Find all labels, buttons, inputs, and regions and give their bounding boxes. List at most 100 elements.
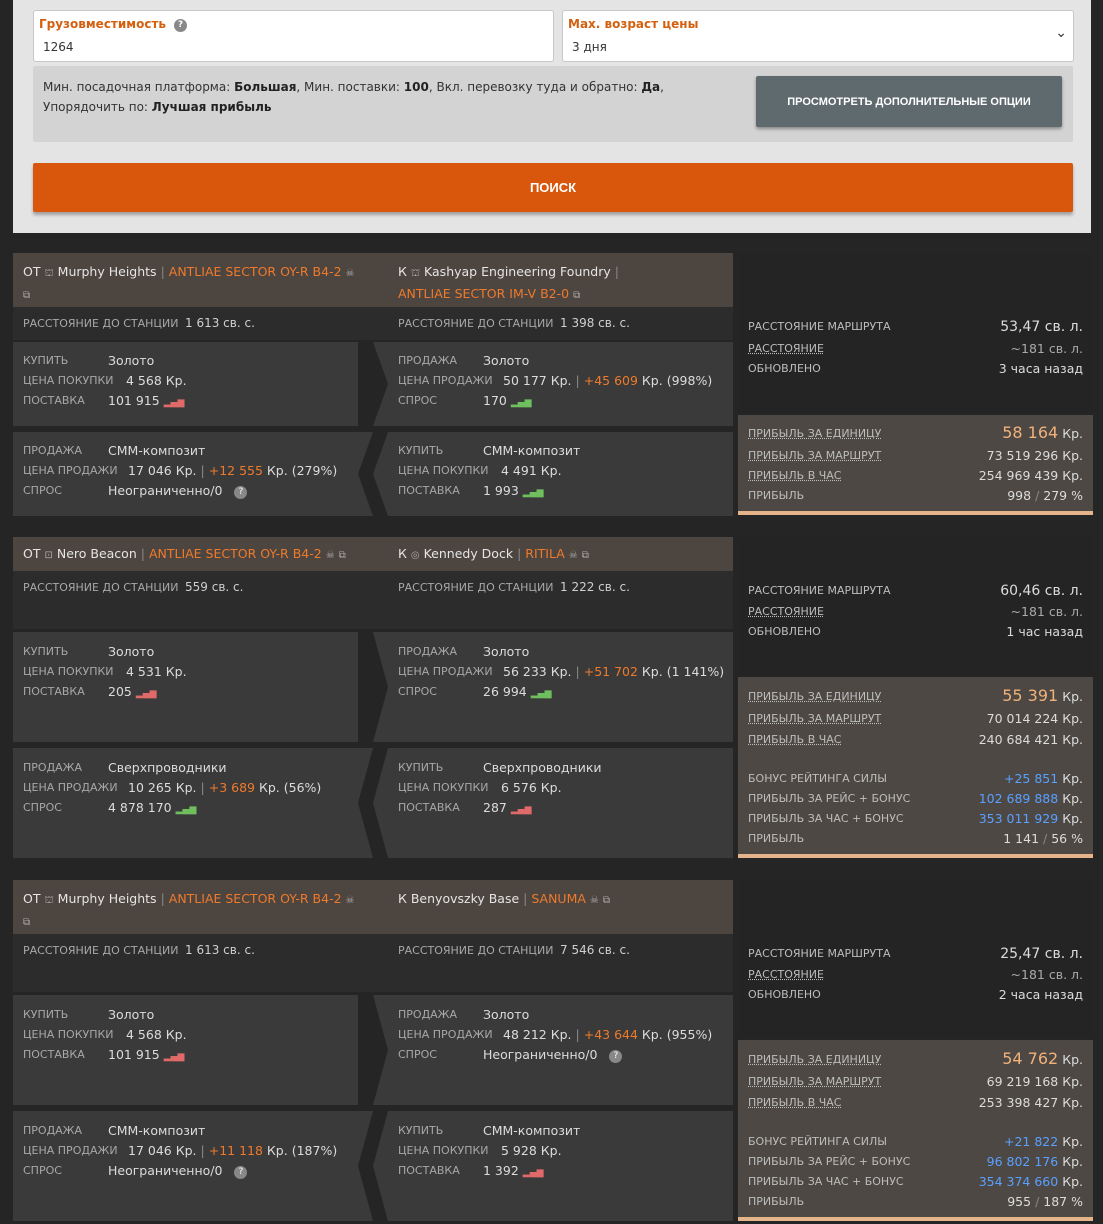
demand-value: Неограниченно/0 ? (483, 1047, 623, 1063)
outpost-icon: ⛫ (410, 268, 421, 279)
sell-label: ПРОДАЖА (23, 1124, 83, 1137)
updated-value: 2 часа назад (998, 987, 1083, 1002)
route-dist-label: РАССТОЯНИЕ МАРШРУТА (748, 584, 891, 597)
buy-label: КУПИТЬ (23, 354, 69, 367)
commodity-link[interactable]: Золото (108, 1007, 154, 1022)
to-dist: 1 398 св. с. (560, 316, 630, 330)
capacity-field[interactable]: Грузовместимость? 1264 (33, 10, 554, 62)
from-label: ОТ (23, 264, 41, 279)
skull-icon: ☠ (589, 895, 599, 906)
from-system[interactable]: ANTLIAE SECTOR OY-R B4-2 (169, 264, 342, 279)
power-bonus-label: БОНУС РЕЙТИНГА СИЛЫ (748, 1135, 888, 1148)
beacon-icon: ⊡ (44, 550, 53, 561)
dist-label[interactable]: РАССТОЯНИЕ (748, 342, 824, 355)
chevron-down-icon[interactable]: ⌄ (1055, 25, 1067, 41)
summary-roundtrip: Да (641, 80, 661, 94)
help-icon[interactable]: ? (234, 486, 248, 499)
demand-label: СПРОС (398, 1048, 437, 1061)
copy-icon[interactable]: ⧉ (573, 290, 580, 301)
buy-label: КУПИТЬ (398, 1124, 444, 1137)
profit-route-value: 69 219 168 Кр. (986, 1074, 1083, 1089)
from-station[interactable]: Nero Beacon (57, 546, 137, 561)
to-system[interactable]: SANUMA (531, 891, 586, 906)
buy-price: 6 576 Кр. (501, 780, 562, 795)
route-to: К ⛫ Kashyap Engineering Foundry | ANTLIAE… (398, 264, 619, 301)
buy-price: 4 568 Кр. (126, 1027, 187, 1042)
help-icon[interactable]: ? (609, 1050, 623, 1063)
copy-icon[interactable]: ⧉ (23, 917, 30, 928)
sell-price: 56 233 Кр. | +51 702 Кр. (1 141%) (503, 664, 725, 679)
profit-unit-value: 55 391 Кр. (1002, 686, 1083, 705)
buy-price-label: ЦЕНА ПОКУПКИ (23, 1028, 114, 1041)
profit-route-label[interactable]: ПРИБЫЛЬ ЗА МАРШРУТ (748, 712, 881, 725)
to-system[interactable]: RITILA (525, 546, 565, 561)
route-from: ОТ ⛫ Murphy Heights | ANTLIAE SECTOR OY-… (23, 264, 355, 301)
profit-unit-label[interactable]: ПРИБЫЛЬ ЗА ЕДИНИЦУ (748, 427, 881, 440)
from-station[interactable]: Murphy Heights (58, 264, 157, 279)
supply-value: 287 ▂▄▆ (483, 800, 532, 815)
profit-label: ПРИБЫЛЬ (748, 832, 805, 845)
help-icon[interactable]: ? (234, 1166, 248, 1179)
to-label: К (398, 264, 407, 279)
demand-label: СПРОС (398, 394, 437, 407)
signal-low-icon: ▂▄▆ (163, 398, 185, 408)
copy-icon[interactable]: ⧉ (582, 550, 589, 561)
sell-price: 17 046 Кр. | +11 118 Кр. (187%) (128, 1143, 338, 1158)
profit-unit-label[interactable]: ПРИБЫЛЬ ЗА ЕДИНИЦУ (748, 690, 881, 703)
commodity-link[interactable]: СММ-композит (483, 443, 580, 458)
copy-icon[interactable]: ⧉ (603, 895, 610, 906)
outpost-icon: ⛫ (44, 895, 54, 906)
signal-low-icon: ▂▄▆ (522, 1168, 544, 1178)
to-station[interactable]: Kashyap Engineering Foundry (424, 264, 611, 279)
skull-icon: ☠ (568, 550, 578, 561)
summary-pad: Большая (234, 80, 297, 94)
dist-value: ~181 св. л. (1010, 341, 1083, 356)
commodity-link[interactable]: Золото (108, 644, 154, 659)
power-bonus-value: +21 822 Кр. (1004, 1134, 1083, 1149)
profit-unit-label[interactable]: ПРИБЫЛЬ ЗА ЕДИНИЦУ (748, 1053, 881, 1066)
signal-low-icon: ▂▄▆ (163, 1052, 185, 1062)
search-button[interactable]: ПОИСК (33, 163, 1073, 212)
dist-label[interactable]: РАССТОЯНИЕ (748, 968, 824, 981)
skull-icon: ☠ (345, 895, 355, 906)
from-system[interactable]: ANTLIAE SECTOR OY-R B4-2 (169, 891, 342, 906)
route-card: ОТ ⛫ Murphy Heights | ANTLIAE SECTOR OY-… (13, 253, 1093, 517)
buy-label: КУПИТЬ (23, 645, 69, 658)
buy-price: 4 568 Кр. (126, 373, 187, 388)
profit-hour-label[interactable]: ПРИБЫЛЬ В ЧАС (748, 733, 842, 746)
profit-hour-label[interactable]: ПРИБЫЛЬ В ЧАС (748, 1096, 842, 1109)
profit-value: 1 141 / 56 % (1003, 831, 1083, 846)
from-dist: 1 613 св. с. (185, 943, 255, 957)
signal-high-icon: ▂▄▆ (175, 805, 197, 815)
demand-value: 4 878 170 ▂▄▆ (108, 800, 197, 815)
sell-price: 17 046 Кр. | +12 555 Кр. (279%) (128, 463, 338, 478)
to-station[interactable]: Benyovszky Base (411, 891, 519, 906)
commodity-link[interactable]: СММ-композит (483, 1123, 580, 1138)
from-station[interactable]: Murphy Heights (58, 891, 157, 906)
copy-icon[interactable]: ⧉ (339, 550, 346, 561)
capacity-input[interactable]: 1264 (43, 40, 74, 54)
dist-label[interactable]: РАССТОЯНИЕ (748, 605, 824, 618)
signal-high-icon: ▂▄▆ (530, 689, 552, 699)
summary-sort: Лучшая прибыль (151, 100, 272, 114)
profit-trip-bonus-label: ПРИБЫЛЬ ЗА РЕЙС + БОНУС (748, 792, 911, 805)
sell-price-label: ЦЕНА ПРОДАЖИ (23, 1144, 118, 1157)
max-price-age-select[interactable]: Max. возраст цены 3 дня ⌄ (562, 10, 1074, 62)
profit-route-label[interactable]: ПРИБЫЛЬ ЗА МАРШРУТ (748, 449, 881, 462)
supply-value: 1 993 ▂▄▆ (483, 483, 544, 498)
profit-hour-label[interactable]: ПРИБЫЛЬ В ЧАС (748, 469, 842, 482)
to-system[interactable]: ANTLIAE SECTOR IM-V B2-0 (398, 286, 569, 301)
help-icon[interactable]: ? (174, 19, 188, 32)
signal-high-icon: ▂▄▆ (522, 488, 544, 498)
sell-price: 48 212 Кр. | +43 644 Кр. (955%) (503, 1027, 713, 1042)
buy-label: КУПИТЬ (398, 444, 444, 457)
from-system[interactable]: ANTLIAE SECTOR OY-R B4-2 (149, 546, 322, 561)
to-station[interactable]: Kennedy Dock (424, 546, 514, 561)
skull-icon: ☠ (345, 268, 355, 279)
commodity-link[interactable]: Золото (108, 353, 154, 368)
commodity-link[interactable]: Сверхпроводники (483, 760, 602, 775)
profit-route-label[interactable]: ПРИБЫЛЬ ЗА МАРШРУТ (748, 1075, 881, 1088)
more-options-button[interactable]: ПРОСМОТРЕТЬ ДОПОЛНИТЕЛЬНЫЕ ОПЦИИ (756, 76, 1062, 127)
supply-label: ПОСТАВКА (23, 394, 85, 407)
copy-icon[interactable]: ⧉ (23, 290, 30, 301)
